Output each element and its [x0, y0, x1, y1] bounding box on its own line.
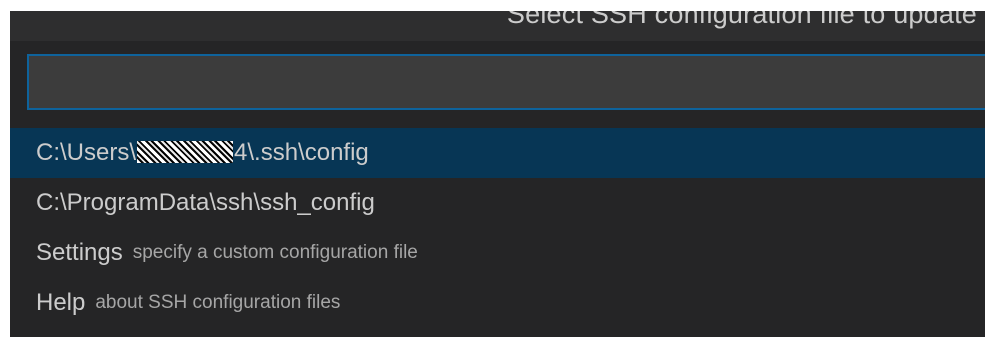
quick-pick-item-label: Help [36, 289, 86, 316]
quick-pick-item-user-ssh-config[interactable]: C:\Users\ 4\.ssh\config [10, 128, 985, 178]
quick-pick-item-label: C:\Users\ 4\.ssh\config [36, 139, 369, 167]
quick-pick-item-settings[interactable]: Settings specify a custom configuration … [10, 228, 985, 278]
redacted-username [137, 141, 234, 163]
quick-pick-list: C:\Users\ 4\.ssh\config C:\ProgramData\ss… [10, 128, 985, 328]
quick-pick-item-help[interactable]: Help about SSH configuration files [10, 278, 985, 328]
quick-pick-item-description: specify a custom configuration file [132, 242, 418, 263]
ssh-config-quick-pick: Select SSH configuration file to update … [10, 11, 985, 337]
quick-pick-item-label: Settings [36, 239, 123, 266]
quick-pick-item-description: about SSH configuration files [95, 292, 341, 313]
quick-pick-title: Select SSH configuration file to update [506, 11, 977, 29]
user-path-suffix: 4\.ssh\config [234, 139, 369, 166]
quick-pick-item-programdata-ssh-config[interactable]: C:\ProgramData\ssh\ssh_config [10, 178, 985, 228]
user-path-prefix: C:\Users\ [36, 139, 137, 166]
quick-pick-title-bar: Select SSH configuration file to update [10, 11, 985, 41]
quick-pick-filter-input[interactable] [27, 54, 985, 110]
quick-pick-item-label: C:\ProgramData\ssh\ssh_config [36, 189, 375, 216]
